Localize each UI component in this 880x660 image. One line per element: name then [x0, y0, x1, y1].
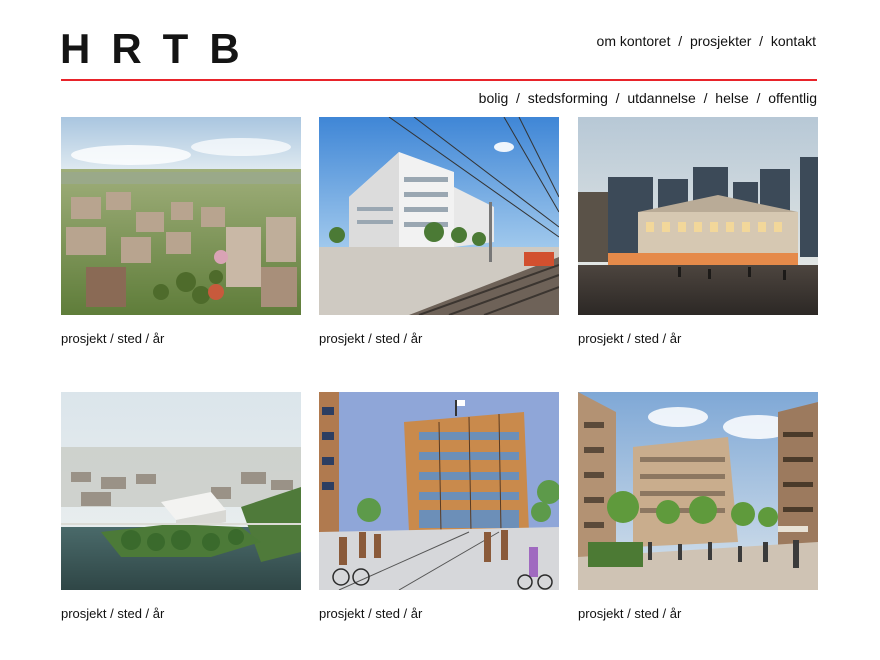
- site-logo[interactable]: HRTB: [60, 28, 261, 70]
- project-image-aerial-residential[interactable]: [61, 117, 301, 315]
- category-separator: /: [752, 90, 765, 106]
- project-card: prosjekt / sted / år: [61, 392, 301, 622]
- header-divider: [61, 79, 817, 81]
- category-separator: /: [611, 90, 624, 106]
- project-card: prosjekt / sted / år: [61, 117, 301, 347]
- project-caption[interactable]: prosjekt / sted / år: [61, 606, 301, 622]
- project-caption[interactable]: prosjekt / sted / år: [578, 331, 818, 347]
- project-caption[interactable]: prosjekt / sted / år: [319, 331, 559, 347]
- project-image-building-railway[interactable]: [319, 117, 559, 315]
- top-navigation: om kontoret / prosjekter / kontakt: [597, 32, 816, 50]
- project-card: prosjekt / sted / år: [578, 392, 818, 622]
- project-caption[interactable]: prosjekt / sted / år: [61, 331, 301, 347]
- project-card: prosjekt / sted / år: [319, 392, 559, 622]
- nav-link-contact[interactable]: kontakt: [771, 33, 816, 49]
- category-link-placemaking[interactable]: stedsforming: [528, 90, 608, 106]
- category-navigation: bolig / stedsforming / utdannelse / hels…: [479, 89, 817, 107]
- category-separator: /: [512, 90, 524, 106]
- nav-link-projects[interactable]: prosjekter: [690, 33, 751, 49]
- project-card: prosjekt / sted / år: [319, 117, 559, 347]
- category-link-health[interactable]: helse: [715, 90, 748, 106]
- category-link-public[interactable]: offentlig: [768, 90, 817, 106]
- project-image-street-sketch[interactable]: [319, 392, 559, 590]
- category-link-housing[interactable]: bolig: [479, 90, 509, 106]
- category-separator: /: [699, 90, 712, 106]
- project-card: prosjekt / sted / år: [578, 117, 818, 347]
- project-caption[interactable]: prosjekt / sted / år: [578, 606, 818, 622]
- nav-link-about[interactable]: om kontoret: [597, 33, 671, 49]
- project-image-city-river[interactable]: [61, 392, 301, 590]
- category-link-education[interactable]: utdannelse: [627, 90, 696, 106]
- nav-separator: /: [674, 33, 687, 49]
- nav-separator: /: [755, 33, 767, 49]
- project-image-evening-plaza[interactable]: [578, 117, 818, 315]
- project-image-pedestrian-square[interactable]: [578, 392, 818, 590]
- project-caption[interactable]: prosjekt / sted / år: [319, 606, 559, 622]
